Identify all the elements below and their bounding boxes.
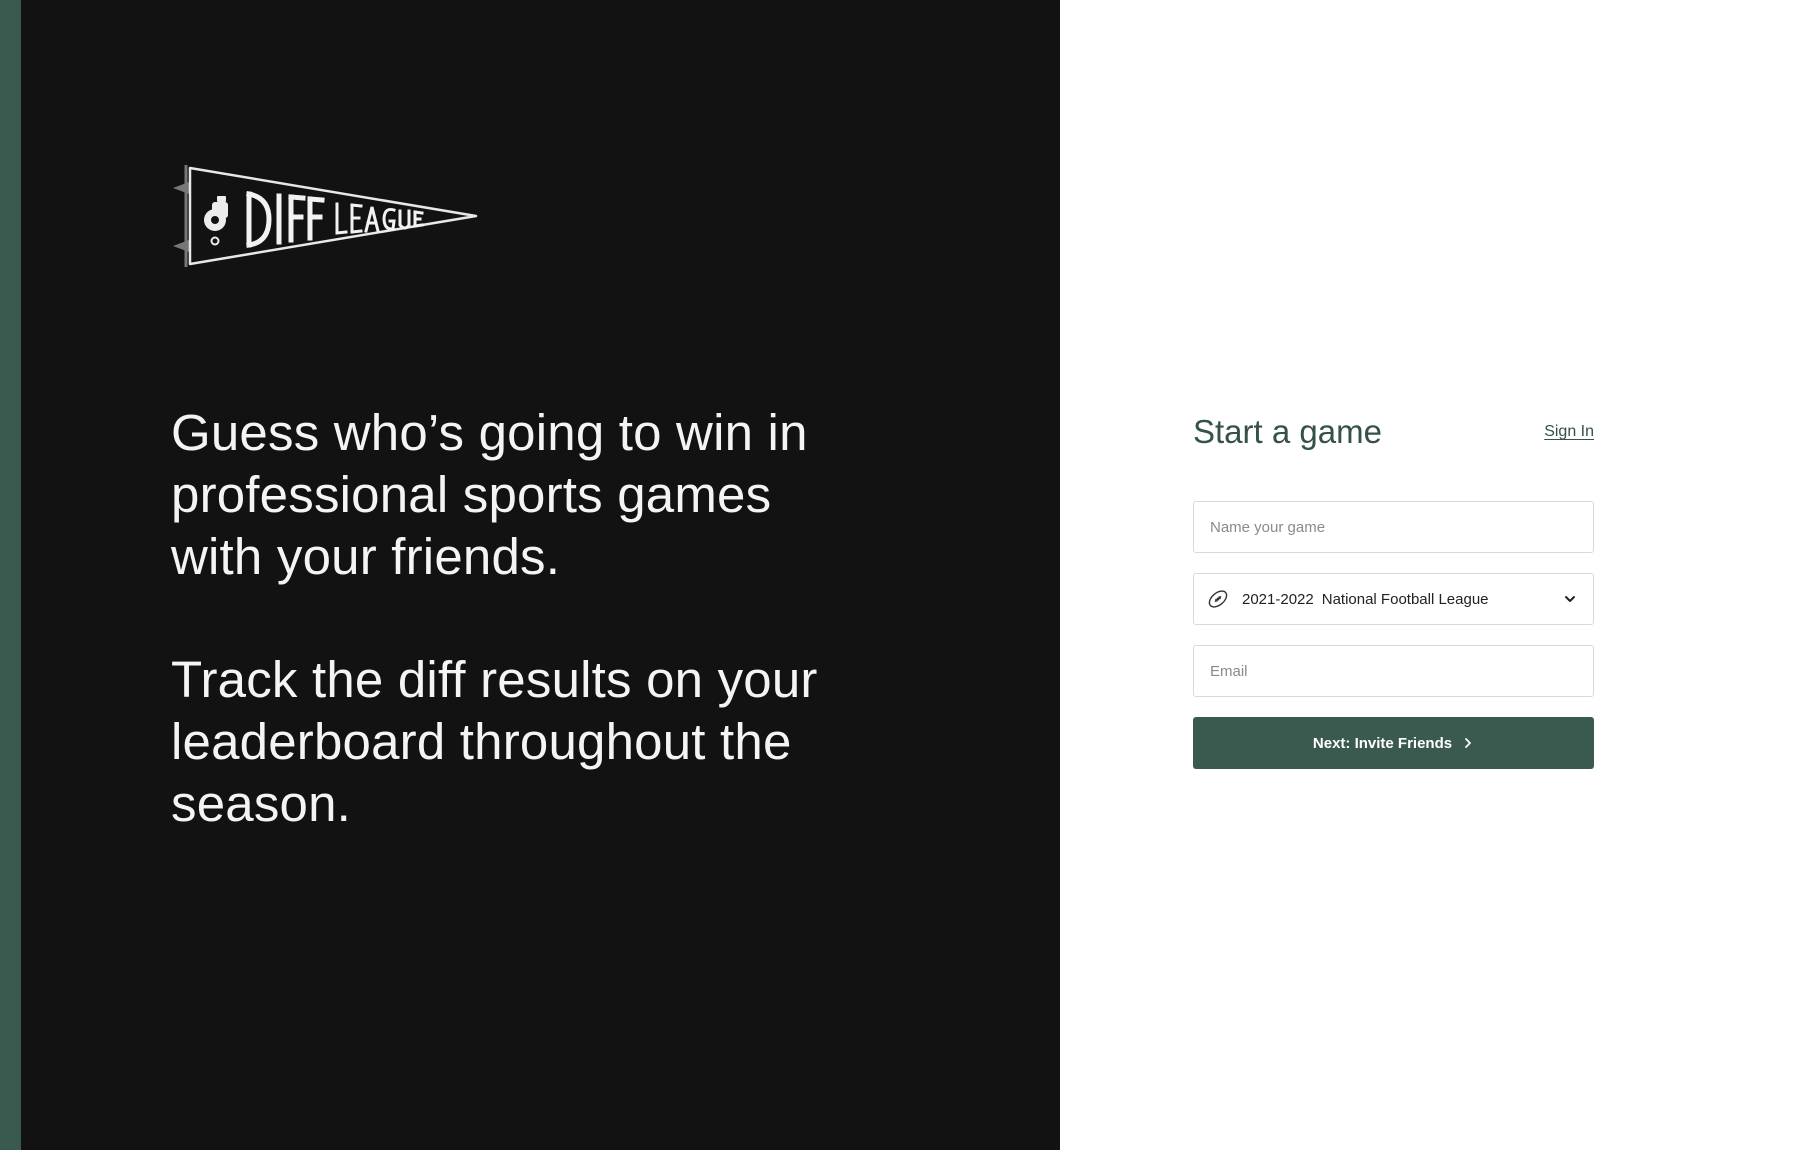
- chevron-right-icon: [1462, 737, 1474, 749]
- league-select[interactable]: 2021-2022 National Football League: [1193, 573, 1594, 625]
- next-invite-friends-button[interactable]: Next: Invite Friends: [1193, 717, 1594, 769]
- football-icon: [1206, 587, 1230, 611]
- hero-tagline-secondary: Track the diff results on your leaderboa…: [171, 651, 818, 832]
- start-game-form: Start a game Sign In 2021-2022 National F…: [1193, 408, 1594, 769]
- league-select-value: 2021-2022 National Football League: [1206, 587, 1489, 611]
- chevron-down-icon: [1563, 592, 1577, 606]
- diff-league-logo: [171, 160, 481, 272]
- form-header: Start a game Sign In: [1193, 408, 1594, 456]
- league-name: National Football League: [1321, 590, 1489, 608]
- form-title: Start a game: [1193, 413, 1382, 450]
- league-select-label: 2021-2022 National Football League: [1242, 591, 1489, 608]
- game-name-input[interactable]: [1210, 518, 1577, 536]
- accent-strip: [0, 0, 21, 1150]
- game-name-field: [1193, 501, 1594, 553]
- email-field: [1193, 645, 1594, 697]
- next-button-label: Next: Invite Friends: [1312, 734, 1453, 752]
- hero-tagline-primary: Guess who’s going to win in professional…: [171, 404, 808, 585]
- league-season: 2021-2022: [1242, 590, 1314, 608]
- hero-panel: Guess who’s going to win in professional…: [21, 0, 1060, 1150]
- email-input[interactable]: [1210, 662, 1577, 680]
- sign-in-link[interactable]: Sign In: [1544, 423, 1594, 441]
